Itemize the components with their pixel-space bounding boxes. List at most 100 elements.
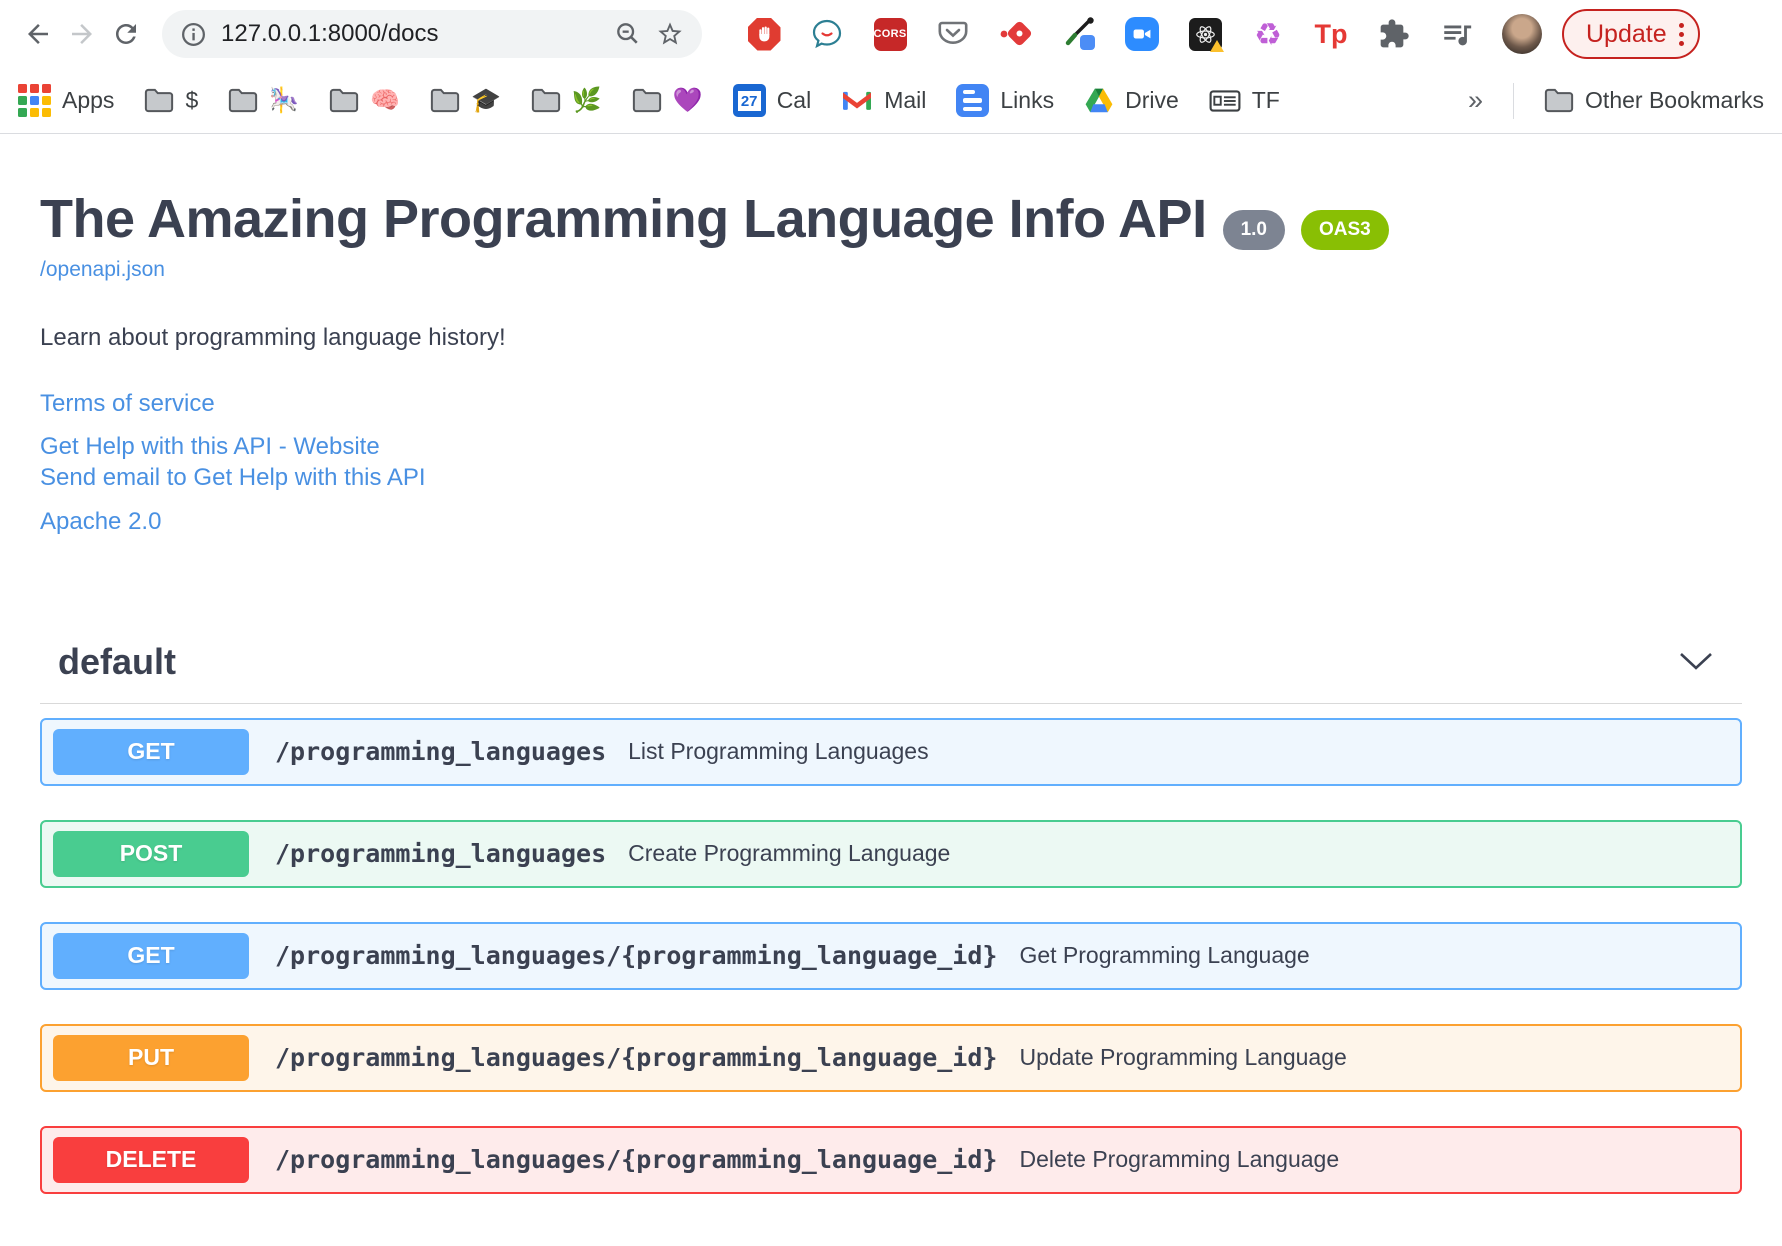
info-links: Terms of service Get Help with this API …	[40, 388, 1742, 537]
folder-label: 🎓	[471, 86, 501, 114]
bookmark-apps[interactable]: Apps	[18, 84, 114, 117]
chevron-down-icon[interactable]	[1678, 651, 1714, 673]
bookmark-folder-brain[interactable]: 🧠	[329, 88, 400, 113]
version-badge: 1.0	[1222, 210, 1285, 250]
drive-icon	[1085, 88, 1113, 112]
other-bookmarks[interactable]: Other Bookmarks	[1544, 87, 1764, 114]
recycle-icon[interactable]: ♻	[1250, 16, 1286, 52]
adblock-icon[interactable]	[746, 16, 782, 52]
endpoint-summary: Create Programming Language	[628, 840, 951, 867]
folder-label: 🌿	[571, 86, 602, 114]
endpoint-row-get-one[interactable]: GET /programming_languages/{programming_…	[40, 921, 1742, 990]
bookmark-links[interactable]: Links	[956, 84, 1054, 117]
endpoint-path: /programming_languages/{programming_lang…	[275, 1145, 998, 1175]
folder-label: 🎠	[269, 86, 300, 114]
site-info-icon[interactable]	[180, 21, 207, 48]
extensions-puzzle-icon[interactable]	[1376, 16, 1412, 52]
reload-button[interactable]	[104, 12, 148, 56]
links-label: Links	[1000, 87, 1055, 113]
cors-icon[interactable]: CORS	[872, 16, 908, 52]
method-badge: GET	[53, 932, 249, 979]
playlist-music-icon[interactable]	[1439, 16, 1475, 52]
bookmarks-overflow-chevron[interactable]: »	[1468, 85, 1483, 116]
update-button[interactable]: Update	[1562, 9, 1700, 59]
folder-icon	[330, 88, 359, 113]
extensions-row: CORS ♻ Tp	[746, 14, 1542, 54]
back-arrow-icon	[28, 24, 48, 44]
folder-label: 💜	[672, 86, 703, 114]
other-bookmarks-label: Other Bookmarks	[1585, 87, 1764, 113]
folder-icon	[430, 88, 460, 113]
menu-dots-icon[interactable]	[1678, 22, 1684, 46]
endpoint-row-post-create[interactable]: POST /programming_languages Create Progr…	[40, 819, 1742, 888]
openapi-json-link[interactable]: /openapi.json	[40, 258, 165, 282]
back-button[interactable]	[16, 12, 60, 56]
endpoint-summary: Get Programming Language	[1019, 942, 1310, 969]
endpoint-path: /programming_languages	[275, 839, 607, 869]
bookmarks-separator	[1513, 82, 1515, 119]
chat-bubble-icon[interactable]	[809, 16, 845, 52]
toucan-tp-icon[interactable]: Tp	[1313, 16, 1349, 52]
terms-of-service-link[interactable]: Terms of service	[40, 388, 215, 419]
update-label: Update	[1586, 19, 1667, 48]
forward-arrow-icon	[72, 24, 92, 44]
folder-icon	[531, 88, 561, 113]
bookmark-tf[interactable]: TF	[1209, 87, 1280, 114]
calendar-icon: 27	[732, 84, 766, 117]
apps-label: Apps	[62, 87, 115, 113]
react-devtools-icon[interactable]	[1187, 16, 1224, 52]
drive-label: Drive	[1125, 87, 1179, 113]
endpoint-path: /programming_languages/{programming_lang…	[275, 1043, 998, 1073]
endpoint-summary: Update Programming Language	[1019, 1044, 1347, 1071]
license-link[interactable]: Apache 2.0	[40, 506, 161, 537]
help-website-link[interactable]: Get Help with this API - Website	[40, 431, 380, 462]
warning-triangle-icon	[1209, 39, 1224, 52]
bookmark-folder-heart[interactable]: 💜	[632, 88, 703, 113]
bookmark-folder-carousel[interactable]: 🎠	[228, 88, 299, 113]
tf-label: TF	[1251, 87, 1280, 113]
zoom-out-icon[interactable]	[614, 20, 642, 48]
address-bar[interactable]: 127.0.0.1:8000/docs	[162, 10, 702, 58]
calendar-label: Cal	[776, 87, 812, 113]
api-description: Learn about programming language history…	[40, 324, 506, 351]
zoom-meetings-icon[interactable]	[1124, 16, 1160, 52]
tf-card-icon	[1209, 89, 1241, 112]
method-badge: POST	[53, 830, 249, 877]
folder-icon	[229, 88, 258, 113]
tag-section-header[interactable]: default	[40, 641, 1742, 704]
pocket-icon[interactable]	[935, 16, 971, 52]
forward-button[interactable]	[60, 12, 104, 56]
method-badge: DELETE	[53, 1136, 249, 1183]
endpoint-summary: List Programming Languages	[628, 738, 929, 765]
profile-avatar[interactable]	[1502, 14, 1542, 54]
color-picker-icon[interactable]	[1061, 16, 1097, 52]
bookmark-folder-grad[interactable]: 🎓	[430, 88, 501, 113]
url-text[interactable]: 127.0.0.1:8000/docs	[221, 20, 600, 48]
endpoint-summary: Delete Programming Language	[1019, 1146, 1340, 1173]
endpoint-path: /programming_languages	[275, 737, 607, 767]
bookmark-star-icon[interactable]	[656, 20, 684, 48]
folder-label: 🧠	[370, 86, 401, 114]
help-email-link[interactable]: Send email to Get Help with this API	[40, 462, 426, 493]
method-badge: PUT	[53, 1034, 249, 1081]
mail-label: Mail	[884, 87, 927, 113]
bookmark-folder-herb[interactable]: 🌿	[531, 88, 602, 113]
endpoint-path: /programming_languages/{programming_lang…	[275, 941, 998, 971]
api-title-row: The Amazing Programming Language Info AP…	[40, 189, 1742, 250]
endpoint-row-delete[interactable]: DELETE /programming_languages/{programmi…	[40, 1125, 1742, 1194]
bookmark-folder-dollar[interactable]: $	[144, 87, 198, 114]
bookmark-drive[interactable]: Drive	[1084, 87, 1179, 115]
swagger-page: The Amazing Programming Language Info AP…	[0, 134, 1782, 1194]
reload-icon	[115, 23, 136, 44]
endpoint-row-put-update[interactable]: PUT /programming_languages/{programming_…	[40, 1023, 1742, 1092]
folder-icon	[145, 88, 174, 113]
red-diamond-icon[interactable]	[998, 16, 1034, 52]
bookmark-mail[interactable]: Mail	[841, 87, 926, 114]
bookmarks-bar: Apps $ 🎠 🧠 🎓 🌿 💜 27 Cal Mail Links Drive…	[0, 68, 1782, 134]
bookmark-calendar[interactable]: 27 Cal	[732, 84, 812, 117]
method-badge: GET	[53, 728, 249, 775]
links-icon	[956, 84, 990, 117]
apps-grid-icon	[18, 84, 51, 117]
endpoint-row-get-list[interactable]: GET /programming_languages List Programm…	[40, 717, 1742, 786]
folder-icon	[632, 88, 661, 113]
